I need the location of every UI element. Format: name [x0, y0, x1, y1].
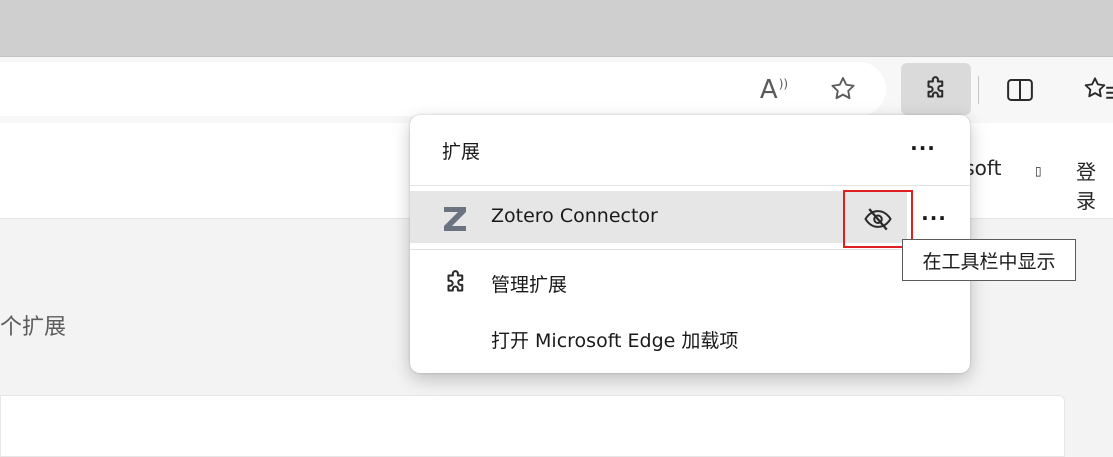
tooltip: 在工具栏中显示 [902, 239, 1076, 281]
read-aloud-button[interactable]: A)) [756, 74, 792, 106]
extension-item-zotero[interactable] [410, 191, 907, 243]
window-titlebar [0, 0, 1113, 56]
puzzle-icon [927, 76, 944, 98]
login-link[interactable]: 登录 [1076, 156, 1113, 214]
zotero-icon [444, 207, 466, 231]
address-bar[interactable] [0, 62, 886, 116]
star-icon [831, 77, 855, 100]
extension-name: Zotero Connector [491, 205, 658, 227]
extensions-popup: 扩展 ··· Zotero Connector ··· 管理扩展 打开 Micr… [410, 115, 970, 373]
page-card [0, 395, 1065, 457]
extension-count-text: 个扩展 [0, 315, 67, 340]
split-screen-icon [1007, 79, 1033, 101]
popup-divider [410, 249, 970, 250]
favorites-icon [1084, 77, 1113, 99]
tooltip-text: 在工具栏中显示 [922, 250, 1056, 273]
popup-more-button[interactable]: ··· [908, 135, 938, 161]
toolbar-divider [978, 76, 979, 104]
extension-more-button[interactable]: ··· [918, 205, 950, 231]
manage-extensions-link[interactable]: 管理扩展 [491, 270, 567, 297]
popup-divider [410, 185, 970, 186]
nav-glyph: ▯ [1035, 164, 1042, 178]
eye-hidden-icon [864, 208, 892, 231]
open-edge-addons-link[interactable]: 打开 Microsoft Edge 加载项 [491, 326, 738, 353]
read-aloud-icon: A)) [759, 75, 789, 105]
split-screen-button[interactable] [1003, 74, 1037, 106]
favorites-button[interactable] [1080, 72, 1113, 106]
popup-title: 扩展 [442, 141, 481, 163]
puzzle-icon [447, 270, 464, 292]
extensions-button[interactable] [901, 63, 971, 115]
add-favorite-button[interactable] [826, 72, 860, 106]
